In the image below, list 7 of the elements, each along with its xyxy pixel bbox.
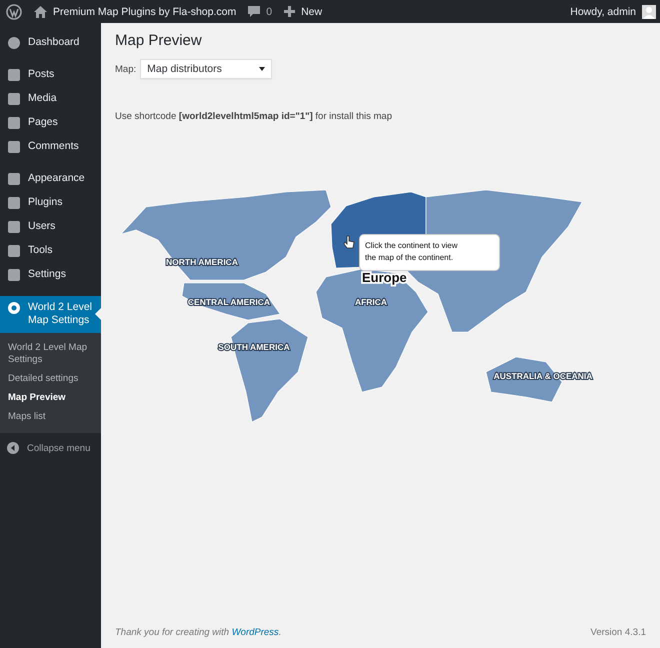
- page-title: Map Preview: [115, 32, 203, 49]
- map-tooltip: Click the continent to view the map of the continent.: [359, 234, 500, 271]
- continent-label: AFRICA: [354, 297, 388, 307]
- version-text: Version 4.3.1: [590, 627, 646, 638]
- map-label: Map:: [115, 64, 136, 74]
- shortcode-note: Use shortcode [world2levelhtml5map id="1"] for install this map: [115, 111, 393, 122]
- footer-thanks: Thank you for creating with WordPress.: [115, 627, 282, 638]
